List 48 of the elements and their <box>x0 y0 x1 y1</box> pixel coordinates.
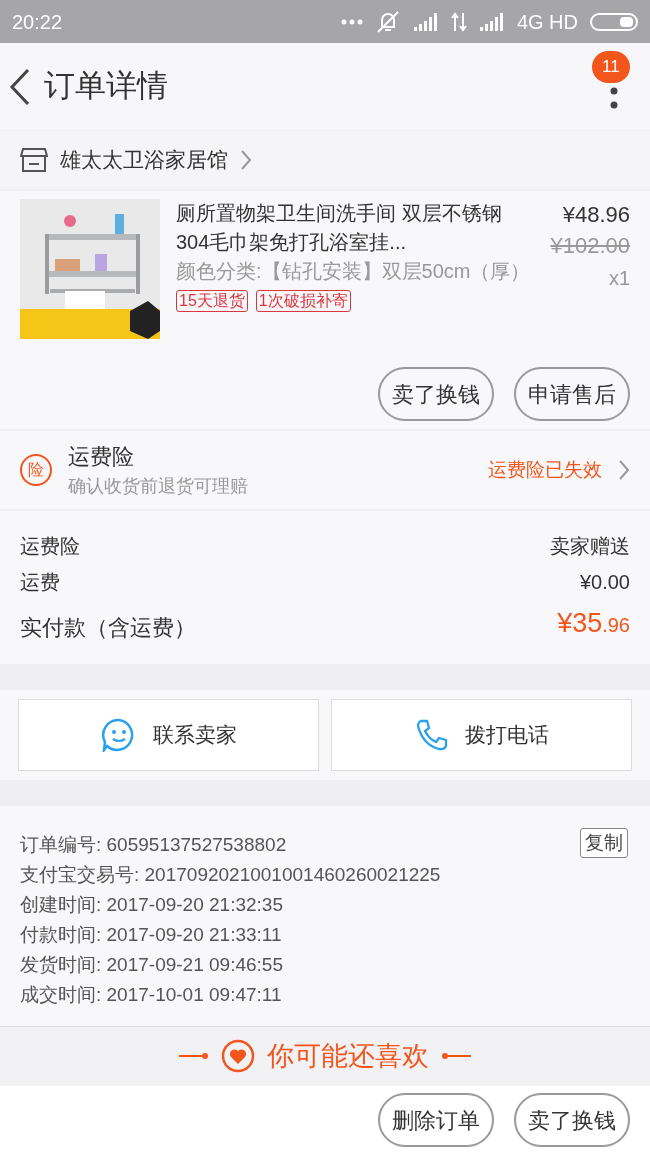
notification-badge: 11 <box>592 50 630 83</box>
order-info-line: 订单编号: 60595137527538802 <box>20 832 287 857</box>
network-type: 4G HD <box>516 9 578 35</box>
data-transfer-icon <box>450 11 467 32</box>
fee-label: 运费 <box>20 570 60 595</box>
copy-button[interactable]: 复制 <box>580 827 628 858</box>
order-info-line: 成交时间: 2017-10-01 09:47:11 <box>20 982 282 1007</box>
action-button[interactable]: 删除订单 <box>378 1093 494 1148</box>
fee-label: 运费险 <box>20 534 80 559</box>
chevron-right-icon <box>618 459 630 481</box>
battery-icon <box>590 11 638 32</box>
insurance-icon: 险 <box>20 454 52 486</box>
action-button[interactable]: 卖了换钱 <box>378 367 494 421</box>
call-button[interactable]: 拨打电话 <box>331 698 632 771</box>
back-icon[interactable] <box>8 66 32 107</box>
more-notifications-icon <box>340 18 363 25</box>
signal-icon <box>478 11 505 32</box>
signal-icon <box>412 11 439 32</box>
fee-value: 卖家赠送 <box>550 534 630 559</box>
product-title[interactable]: 厕所置物架卫生间洗手间 双层不锈钢304毛巾架免打孔浴室挂... <box>176 199 535 257</box>
recommend-title: 你可能还喜欢 <box>267 1039 429 1073</box>
service-tag: 15天退货 <box>176 290 248 312</box>
action-button[interactable]: 卖了换钱 <box>514 1093 630 1148</box>
insurance-title: 运费险 <box>68 443 135 471</box>
decorative-line-icon <box>179 1052 209 1060</box>
status-time: 20:22 <box>12 9 63 35</box>
order-info-line: 创建时间: 2017-09-20 21:32:35 <box>20 892 283 917</box>
product-quantity: x1 <box>608 266 630 291</box>
product-spec: 颜色分类:【钻孔安装】双层50cm（厚） <box>176 259 532 284</box>
shop-name[interactable]: 雄太太卫浴家居馆 <box>60 144 228 176</box>
more-menu-icon[interactable] <box>610 86 618 109</box>
fee-value: ¥0.00 <box>579 570 630 595</box>
order-info-line: 支付宝交易号: 2017092021001001460260021225 <box>20 862 441 887</box>
store-icon <box>20 147 48 173</box>
order-info-line: 付款时间: 2017-09-20 21:33:11 <box>20 922 282 947</box>
total-amount: ¥35.96 <box>557 607 630 640</box>
order-info-line: 发货时间: 2017-09-21 09:46:55 <box>20 952 283 977</box>
product-price: ¥48.96 <box>562 201 630 229</box>
service-tag: 1次破损补寄 <box>255 290 351 312</box>
contact-seller-button[interactable]: 联系卖家 <box>18 698 319 771</box>
chevron-right-icon <box>240 149 252 171</box>
insurance-subtitle: 确认收货前退货可理赔 <box>68 475 249 498</box>
page-title: 订单详情 <box>44 67 168 106</box>
total-label: 实付款（含运费） <box>20 613 196 642</box>
decorative-line-icon <box>441 1052 471 1060</box>
phone-icon <box>414 717 449 752</box>
action-button[interactable]: 申请售后 <box>514 367 630 421</box>
original-price: ¥102.00 <box>550 232 630 260</box>
